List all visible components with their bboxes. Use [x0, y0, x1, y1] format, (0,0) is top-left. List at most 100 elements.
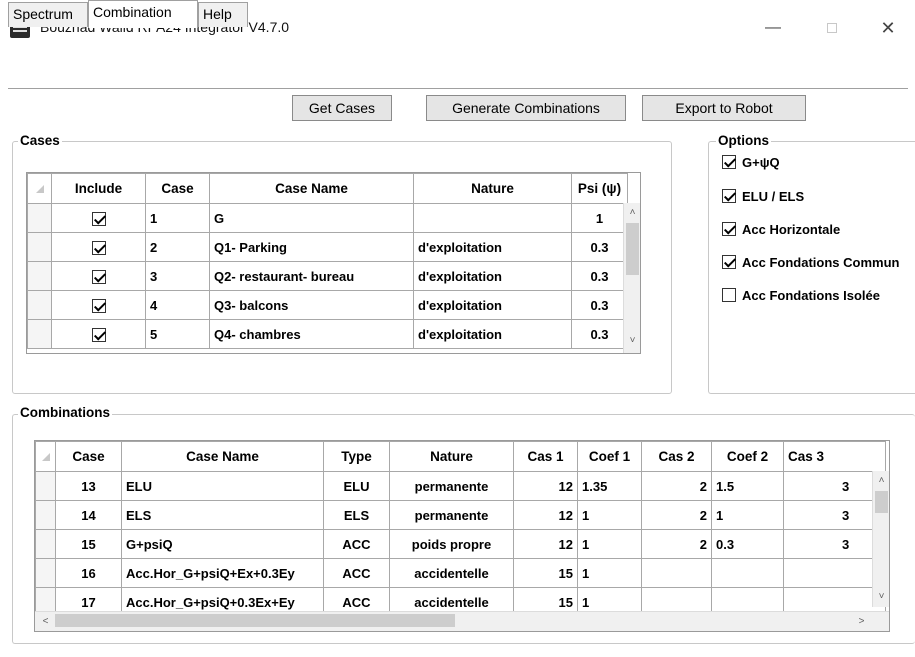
case-cell[interactable]: 3 [145, 261, 210, 291]
combinations-vertical-scrollbar[interactable]: ˄ ˅ [872, 471, 889, 607]
psi-cell[interactable]: 0.3 [571, 290, 628, 320]
cas2-cell[interactable]: 2 [641, 471, 712, 501]
cas1-cell[interactable]: 12 [513, 529, 578, 559]
tab-spectrum[interactable]: Spectrum [8, 2, 88, 27]
psi-cell[interactable]: 0.3 [571, 319, 628, 349]
option-g-psi-q[interactable]: G+ψQ [722, 154, 780, 172]
row-header[interactable] [27, 261, 52, 291]
chevron-down-icon[interactable]: ˅ [624, 333, 640, 349]
column-header[interactable]: Psi (ψ) [571, 173, 628, 204]
include-checkbox[interactable] [91, 240, 106, 255]
nature-cell[interactable]: permanente [389, 471, 514, 501]
column-header[interactable]: Case [145, 173, 210, 204]
type-cell[interactable]: ELS [323, 500, 390, 530]
column-header[interactable]: Case Name [121, 441, 324, 472]
row-header[interactable] [27, 319, 52, 349]
row-header[interactable] [27, 290, 52, 320]
elu-els-checkbox[interactable] [722, 189, 736, 203]
nature-cell[interactable]: poids propre [389, 529, 514, 559]
case-name-cell[interactable]: Q2- restaurant- bureau [209, 261, 414, 291]
cas1-cell[interactable]: 12 [513, 500, 578, 530]
case-cell[interactable]: 14 [55, 500, 122, 530]
case-cell[interactable]: 13 [55, 471, 122, 501]
include-checkbox[interactable] [91, 327, 106, 342]
case-name-cell[interactable]: G+psiQ [121, 529, 324, 559]
cases-grid[interactable]: Include Case Case Name Nature Psi (ψ) 1 … [26, 172, 641, 354]
column-header[interactable]: Cas 2 [641, 441, 712, 472]
close-icon[interactable]: ✕ [868, 14, 908, 42]
coef1-cell[interactable]: 1 [577, 500, 642, 530]
row-header[interactable] [35, 471, 56, 501]
case-cell[interactable]: 1 [145, 203, 210, 233]
maximize-icon[interactable] [812, 14, 852, 42]
case-name-cell[interactable]: G [209, 203, 414, 233]
cases-vertical-scrollbar[interactable]: ˄ ˅ [623, 203, 640, 353]
combinations-horizontal-scrollbar[interactable]: < > [35, 611, 889, 631]
include-checkbox[interactable] [91, 211, 106, 226]
psi-cell[interactable]: 1 [571, 203, 628, 233]
psi-cell[interactable]: 0.3 [571, 232, 628, 262]
column-header[interactable]: Case [55, 441, 122, 472]
case-cell[interactable]: 15 [55, 529, 122, 559]
nature-cell[interactable]: d'exploitation [413, 261, 572, 291]
row-header[interactable] [35, 529, 56, 559]
column-header[interactable]: Coef 1 [577, 441, 642, 472]
cas3-cell[interactable]: 3 [783, 500, 886, 530]
option-acc-fondations-isolee[interactable]: Acc Fondations Isolée [722, 287, 880, 305]
type-cell[interactable]: ELU [323, 471, 390, 501]
coef2-cell[interactable] [711, 558, 784, 588]
combinations-grid[interactable]: Case Case Name Type Nature Cas 1 Coef 1 … [34, 440, 890, 632]
nature-cell[interactable]: d'exploitation [413, 232, 572, 262]
coef2-cell[interactable]: 0.3 [711, 529, 784, 559]
chevron-up-icon[interactable]: ˄ [624, 205, 640, 221]
case-name-cell[interactable]: ELS [121, 500, 324, 530]
cas1-cell[interactable]: 12 [513, 471, 578, 501]
table-row[interactable]: 1 G 1 [27, 203, 628, 233]
coef1-cell[interactable]: 1 [577, 558, 642, 588]
tab-combination[interactable]: Combination [88, 0, 198, 28]
coef2-cell[interactable]: 1.5 [711, 471, 784, 501]
cas2-cell[interactable]: 2 [641, 529, 712, 559]
type-cell[interactable]: ACC [323, 558, 390, 588]
coef1-cell[interactable]: 1 [577, 529, 642, 559]
cas2-cell[interactable] [641, 558, 712, 588]
row-header[interactable] [27, 203, 52, 233]
case-cell[interactable]: 16 [55, 558, 122, 588]
cas1-cell[interactable]: 15 [513, 558, 578, 588]
column-header[interactable]: Nature [413, 173, 572, 204]
coef2-cell[interactable]: 1 [711, 500, 784, 530]
nature-cell[interactable]: d'exploitation [413, 290, 572, 320]
case-name-cell[interactable]: ELU [121, 471, 324, 501]
case-cell[interactable]: 5 [145, 319, 210, 349]
case-cell[interactable]: 4 [145, 290, 210, 320]
tab-help[interactable]: Help [198, 2, 248, 27]
option-acc-horizontale[interactable]: Acc Horizontale [722, 221, 840, 239]
cas3-cell[interactable]: 3 [783, 471, 886, 501]
nature-cell[interactable]: permanente [389, 500, 514, 530]
case-name-cell[interactable]: Acc.Hor_G+psiQ+Ex+0.3Ey [121, 558, 324, 588]
table-row[interactable]: 13 ELU ELU permanente 12 1.35 2 1.5 3 [35, 471, 886, 501]
cas2-cell[interactable]: 2 [641, 500, 712, 530]
chevron-down-icon[interactable]: ˅ [873, 589, 889, 605]
chevron-left-icon[interactable]: < [37, 614, 54, 630]
table-row[interactable]: 14 ELS ELS permanente 12 1 2 1 3 [35, 500, 886, 530]
nature-cell[interactable]: d'exploitation [413, 319, 572, 349]
acc-fondations-isolee-checkbox[interactable] [722, 288, 736, 302]
column-header[interactable]: Case Name [209, 173, 414, 204]
table-row[interactable]: 4 Q3- balcons d'exploitation 0.3 [27, 290, 628, 320]
chevron-right-icon[interactable]: > [853, 614, 870, 630]
nature-cell[interactable] [413, 203, 572, 233]
scrollbar-thumb[interactable] [626, 223, 639, 275]
cas3-cell[interactable] [783, 558, 886, 588]
option-elu-els[interactable]: ELU / ELS [722, 188, 804, 206]
psi-cell[interactable]: 0.3 [571, 261, 628, 291]
column-header[interactable]: Cas 1 [513, 441, 578, 472]
table-row[interactable]: 3 Q2- restaurant- bureau d'exploitation … [27, 261, 628, 291]
column-header[interactable]: Cas 3 [783, 441, 886, 472]
case-cell[interactable]: 2 [145, 232, 210, 262]
chevron-up-icon[interactable]: ˄ [873, 473, 889, 489]
row-header[interactable] [27, 232, 52, 262]
table-row[interactable]: 2 Q1- Parking d'exploitation 0.3 [27, 232, 628, 262]
option-acc-fondations-commun[interactable]: Acc Fondations Commun [722, 254, 899, 272]
table-row[interactable]: 5 Q4- chambres d'exploitation 0.3 [27, 319, 628, 349]
